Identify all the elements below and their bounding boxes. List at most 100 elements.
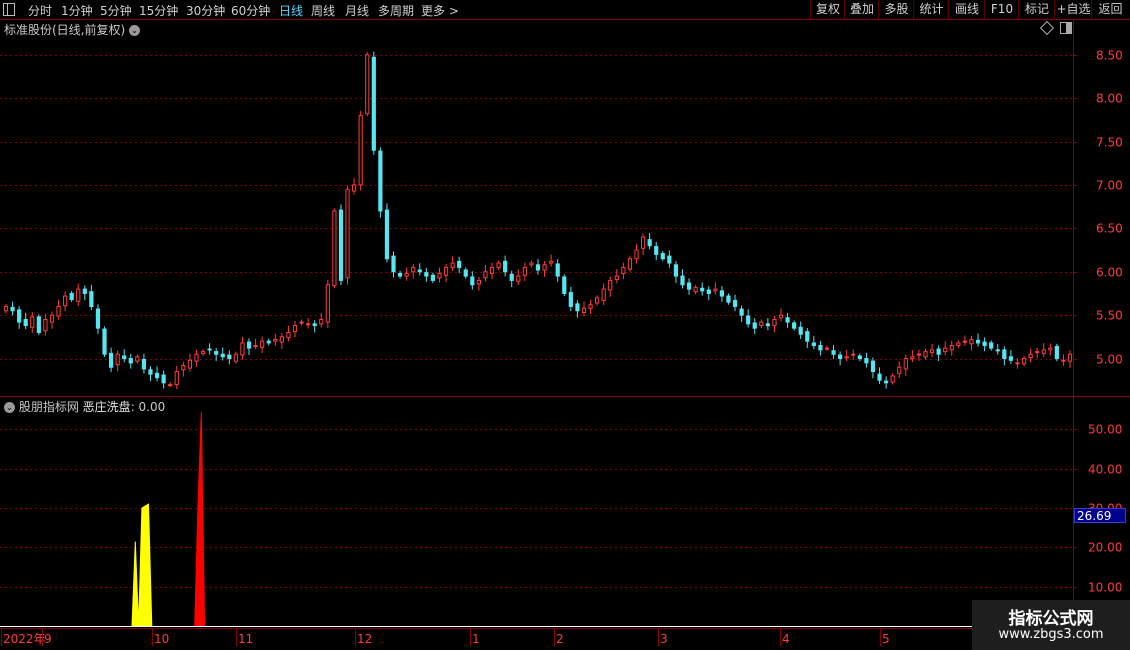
chevron-down-icon[interactable]: ⌄: [4, 402, 15, 413]
candle-body: [949, 345, 954, 351]
candle-body: [890, 375, 895, 383]
candle-body: [135, 356, 140, 362]
candle-body: [870, 360, 876, 373]
price-tick-label: 6.00: [1096, 266, 1123, 280]
candle-body: [595, 297, 600, 304]
candle-body: [535, 264, 541, 271]
candle-body: [975, 339, 981, 344]
candle-body: [312, 323, 317, 327]
candle-body: [522, 266, 527, 276]
candle-body: [43, 318, 48, 332]
candle-body: [122, 355, 127, 360]
panel-toggle-icon[interactable]: [1060, 22, 1072, 34]
candle-body: [575, 303, 580, 312]
candle-body: [772, 318, 777, 327]
candle-body: [897, 366, 902, 374]
candle-body: [286, 332, 291, 339]
candle-body: [549, 260, 554, 264]
main-chart-title: 标准股份(日线,前复权) ⌄: [4, 21, 141, 38]
candle-body: [732, 299, 738, 307]
candle-body: [824, 347, 830, 350]
candle-body: [102, 328, 107, 355]
candle-body: [338, 209, 344, 281]
date-label: 12: [357, 632, 372, 646]
candle-body: [63, 295, 68, 307]
candle-body: [404, 272, 409, 277]
candle-body: [706, 289, 711, 294]
candle-body: [1002, 349, 1007, 360]
candle-body: [23, 318, 28, 327]
candle-body: [181, 364, 186, 371]
indicator-value: 0.00: [138, 400, 166, 414]
candle-body: [995, 349, 1000, 352]
candle-body: [279, 336, 284, 343]
candle-body: [851, 353, 856, 356]
price-tick-label: 7.50: [1096, 136, 1123, 150]
candle-body: [36, 316, 41, 333]
candle-body: [470, 276, 475, 286]
candle-body: [397, 272, 403, 277]
chevron-down-icon[interactable]: ⌄: [129, 25, 141, 36]
candle-body: [989, 342, 994, 349]
candle-body: [351, 184, 357, 192]
date-label: 5: [882, 632, 890, 646]
candle-body: [509, 273, 514, 281]
candle-body: [430, 274, 436, 281]
candle-body: [141, 358, 147, 370]
candle-body: [299, 321, 304, 324]
candle-body: [69, 292, 74, 301]
candle-body: [233, 353, 238, 362]
candle-body: [864, 358, 869, 364]
candle-body: [910, 356, 915, 360]
candle-body: [1008, 356, 1013, 361]
candle-body: [503, 260, 508, 273]
price-tick-label: 5.50: [1096, 309, 1123, 323]
candle-body: [496, 262, 501, 268]
indicator-tick-label: 20.00: [1088, 541, 1122, 555]
candle-body: [929, 349, 935, 353]
price-tick-label: 5.00: [1096, 353, 1123, 367]
date-label: 4: [782, 632, 790, 646]
candle-body: [443, 266, 449, 276]
candle-body: [614, 275, 619, 281]
candle-body: [1048, 347, 1053, 351]
candle-body: [214, 351, 219, 355]
candle-body: [608, 279, 613, 291]
candle-body: [56, 305, 61, 317]
candle-body: [581, 307, 587, 314]
candle-body: [240, 342, 245, 356]
candle-body: [752, 322, 757, 329]
candle-body: [962, 340, 968, 343]
candle-body: [437, 272, 442, 279]
price-tick-label: 8.00: [1096, 92, 1123, 106]
indicator-source: 股朋指标网: [18, 400, 79, 414]
candle-body: [371, 56, 376, 151]
indicator-tick-label: 10.00: [1088, 581, 1122, 595]
candle-body: [246, 341, 252, 349]
watermark-url: www.zbgs3.com: [998, 627, 1104, 642]
candle-body: [746, 315, 751, 325]
candle-body: [325, 284, 330, 323]
candle-body: [798, 326, 803, 335]
candle-body: [194, 353, 199, 362]
candle-body: [654, 246, 659, 255]
price-tick-label: 8.50: [1096, 49, 1123, 63]
candle-body: [273, 338, 278, 342]
candle-body: [805, 331, 810, 342]
candle-body: [161, 374, 166, 384]
candle-body: [883, 380, 889, 384]
candle-body: [332, 210, 337, 287]
candle-body: [148, 369, 153, 375]
candle-body: [95, 308, 101, 329]
candle-body: [601, 288, 606, 301]
candle-body: [568, 292, 573, 307]
candle-body: [1028, 353, 1033, 359]
candle-body: [424, 272, 429, 277]
candle-body: [660, 253, 665, 260]
candle-body: [818, 345, 823, 351]
date-label: 9: [44, 632, 52, 646]
kline-chart[interactable]: 8.508.007.507.006.506.005.505.0050.0040.…: [0, 0, 1130, 650]
date-label: 3: [660, 632, 668, 646]
indicator-signal-area: [194, 411, 206, 627]
candle-body: [634, 249, 639, 260]
